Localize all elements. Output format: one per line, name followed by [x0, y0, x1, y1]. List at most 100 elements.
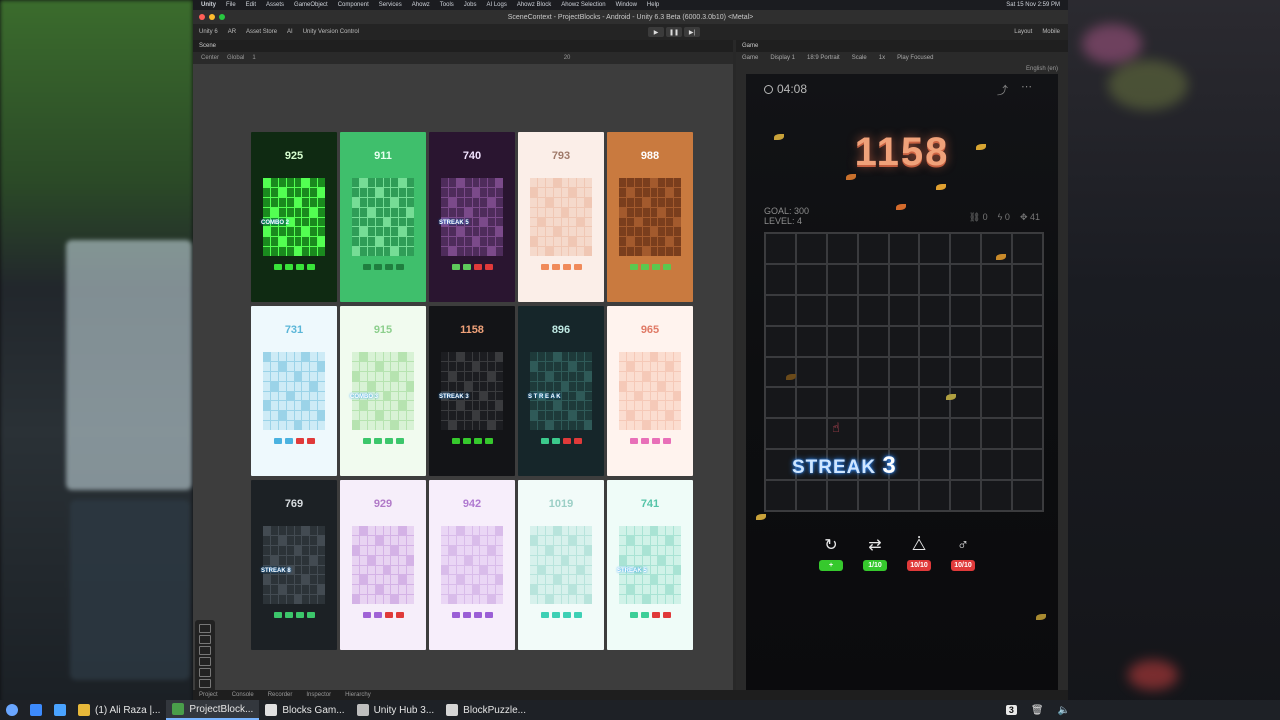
menu-component[interactable]: Component — [338, 2, 369, 8]
board-cell[interactable] — [888, 387, 920, 419]
board-cell[interactable] — [857, 387, 889, 419]
board-cell[interactable] — [1012, 325, 1043, 357]
board-cell[interactable] — [765, 480, 796, 511]
powerup-button[interactable]: ↻ + — [818, 536, 844, 571]
board-cell[interactable] — [950, 325, 982, 357]
board-cell[interactable] — [1012, 233, 1043, 264]
board-cell[interactable] — [981, 356, 1013, 388]
powerup-button[interactable]: ⧊ 10/10 — [906, 536, 932, 571]
board-cell[interactable] — [826, 480, 858, 511]
board-cell[interactable] — [765, 233, 796, 264]
board-cell[interactable] — [826, 233, 858, 264]
level-card[interactable]: 929 — [340, 480, 426, 650]
scale-value[interactable]: 1x — [879, 55, 885, 61]
zoom-value[interactable]: 20 — [564, 55, 571, 61]
board-cell[interactable] — [919, 294, 951, 326]
board-cell[interactable] — [857, 263, 889, 295]
board-cell[interactable] — [981, 325, 1013, 357]
board-cell[interactable] — [1012, 263, 1043, 295]
board-cell[interactable] — [1012, 356, 1043, 388]
board-cell[interactable] — [888, 325, 920, 357]
hand-tool-icon[interactable] — [199, 624, 211, 633]
board-cell[interactable] — [919, 356, 951, 388]
board-cell[interactable] — [826, 325, 858, 357]
transform-tool-icon[interactable] — [199, 679, 211, 688]
menubar-app-name[interactable]: Unity — [201, 2, 216, 8]
ai-button[interactable]: AI — [287, 29, 293, 35]
board-cell[interactable] — [857, 294, 889, 326]
board-cell[interactable] — [826, 263, 858, 295]
ai-account-button[interactable]: AR — [228, 29, 236, 35]
board-cell[interactable] — [919, 233, 951, 264]
menu-ahowz-block[interactable]: Ahowz Block — [517, 2, 551, 8]
step-button[interactable]: ▶| — [684, 27, 700, 37]
board-cell[interactable] — [1012, 294, 1043, 326]
board-cell[interactable] — [795, 387, 827, 419]
display-dropdown[interactable]: Display 1 — [770, 55, 795, 61]
board-cell[interactable] — [888, 480, 920, 511]
menu-ahowz-selection[interactable]: Ahowz Selection — [561, 2, 605, 8]
board-cell[interactable] — [950, 263, 982, 295]
board-cell[interactable] — [795, 325, 827, 357]
board-cell[interactable] — [857, 480, 889, 511]
desktop-button[interactable] — [24, 700, 48, 720]
board-cell[interactable] — [765, 294, 796, 326]
board-cell[interactable] — [950, 449, 982, 481]
volume-icon[interactable]: 🔈 — [1058, 705, 1070, 716]
account-button[interactable]: Unity 6 — [199, 29, 218, 35]
tab-inspector[interactable]: Inspector — [306, 692, 331, 698]
menu-gameobject[interactable]: GameObject — [294, 2, 328, 8]
board-cell[interactable] — [981, 418, 1013, 450]
board-cell[interactable] — [888, 356, 920, 388]
board-cell[interactable] — [765, 325, 796, 357]
board-cell[interactable] — [1012, 480, 1043, 511]
board-cell[interactable] — [795, 418, 827, 450]
board-cell[interactable] — [950, 418, 982, 450]
board-cell[interactable] — [765, 418, 796, 450]
board-cell[interactable] — [888, 233, 920, 264]
menu-help[interactable]: Help — [647, 2, 659, 8]
board-cell[interactable] — [765, 356, 796, 388]
game-viewport[interactable]: 04:08 ⤴ ⋯ 1158 GOAL: 300 LEVEL: 4 ⛓ 0 ϟ … — [746, 74, 1058, 690]
board-cell[interactable] — [795, 356, 827, 388]
level-card[interactable]: 769 STREAK 8 — [251, 480, 337, 650]
board-cell[interactable] — [765, 263, 796, 295]
taskbar-app-button[interactable]: Blocks Gam... — [259, 700, 350, 720]
level-card[interactable]: 793 — [518, 132, 604, 302]
menu-file[interactable]: File — [226, 2, 236, 8]
menu-assets[interactable]: Assets — [266, 2, 284, 8]
menu-jobs[interactable]: Jobs — [464, 2, 477, 8]
tab-console[interactable]: Console — [232, 692, 254, 698]
level-card[interactable]: 965 — [607, 306, 693, 476]
board-cell[interactable] — [857, 325, 889, 357]
board-cell[interactable] — [888, 263, 920, 295]
board-cell[interactable] — [919, 480, 951, 511]
level-card[interactable]: 1158 STREAK 3 — [429, 306, 515, 476]
level-card[interactable]: 988 — [607, 132, 693, 302]
board-cell[interactable] — [795, 480, 827, 511]
tab-hierarchy[interactable]: Hierarchy — [345, 692, 371, 698]
level-card[interactable]: 915 COMBO 3 — [340, 306, 426, 476]
board-cell[interactable] — [919, 325, 951, 357]
menu-services[interactable]: Services — [379, 2, 402, 8]
language-dropdown[interactable]: English (en) — [1026, 66, 1058, 72]
pause-button[interactable]: ❚❚ — [666, 27, 682, 37]
more-options-icon[interactable]: ⋯ — [1021, 80, 1032, 93]
board-cell[interactable] — [919, 418, 951, 450]
level-card[interactable]: 740 STREAK 5 — [429, 132, 515, 302]
snap-value[interactable]: 1 — [252, 55, 255, 61]
level-card[interactable]: 925 COMBO 2 — [251, 132, 337, 302]
powerup-button[interactable]: ⇄ 1/10 — [862, 536, 888, 571]
board-cell[interactable] — [765, 387, 796, 419]
board-cell[interactable] — [981, 387, 1013, 419]
taskbar-app-button[interactable]: ProjectBlock... — [166, 700, 260, 720]
board-cell[interactable] — [888, 418, 920, 450]
tab-project[interactable]: Project — [199, 692, 218, 698]
tab-scene[interactable]: Scene — [199, 43, 216, 49]
board-cell[interactable] — [826, 356, 858, 388]
board-cell[interactable] — [826, 387, 858, 419]
layout-dropdown[interactable]: Layout — [1014, 29, 1032, 35]
move-tool-icon[interactable] — [199, 635, 211, 644]
level-card[interactable]: 896 S T R E A K — [518, 306, 604, 476]
board-cell[interactable] — [919, 449, 951, 481]
